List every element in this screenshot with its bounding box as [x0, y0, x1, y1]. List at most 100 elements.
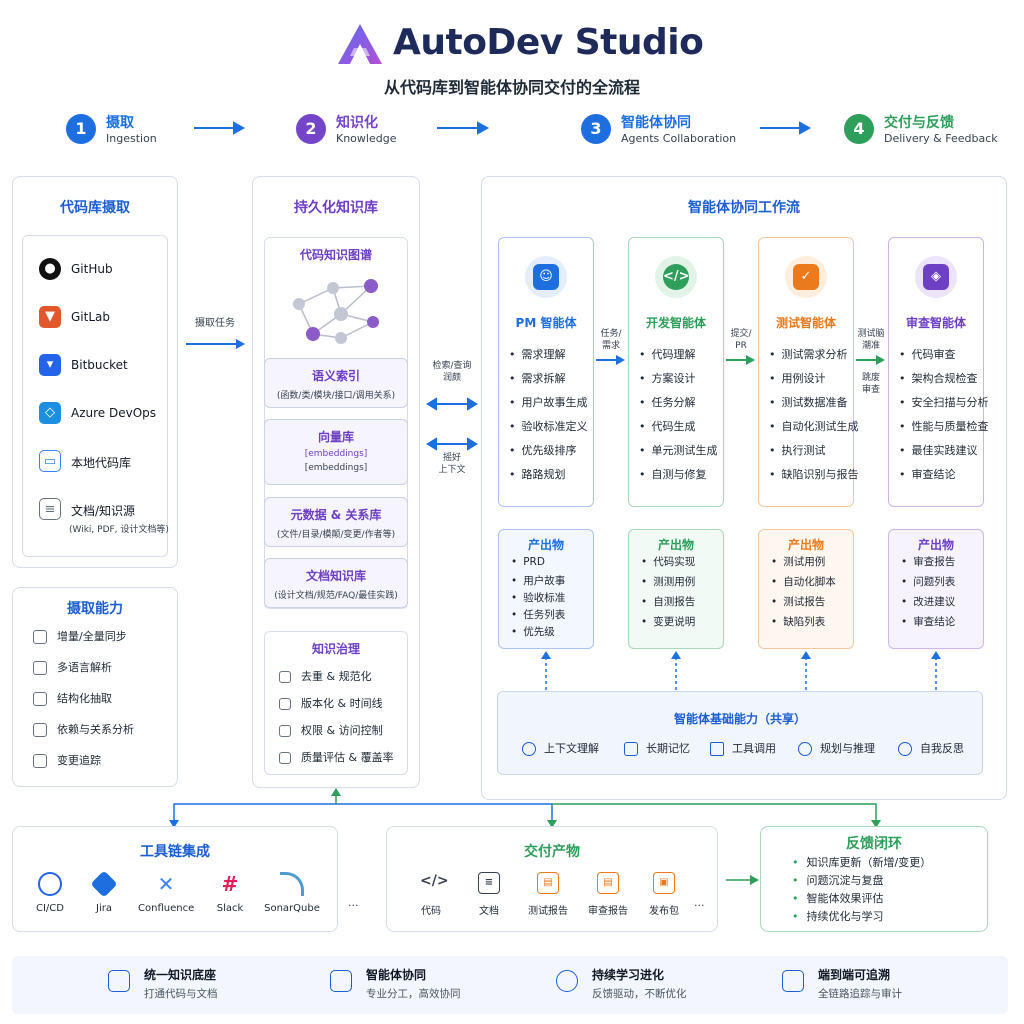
tool-slack[interactable]: # Slack [202, 872, 258, 914]
base-title: 智能体基础能力（共享） [673, 712, 806, 726]
slack-icon: # [221, 872, 239, 896]
autodev-logo [338, 24, 382, 64]
source-note: (Wiki, PDF, 设计文档等) [69, 525, 169, 535]
output-dev: 产出物 代码实现测测用例 自测报告变更说明 [628, 529, 724, 649]
kb-box-title: 文档知识库 [305, 569, 366, 583]
app-subtitle: 从代码库到智能体协同交付的全流程 [383, 78, 640, 97]
cap-item: 多语言解析 [33, 659, 112, 675]
cap-item: 依赖与关系分析 [33, 721, 134, 737]
feedback-title: 反馈闭环 [846, 836, 902, 852]
dedupe-icon [279, 671, 291, 683]
agent-badge: ◈ [915, 256, 957, 298]
kb-box-sub: (文件/目录/模颠/变更/作者等) [276, 530, 396, 540]
review-report-icon: ▤ [597, 872, 619, 894]
kb-link-arrows [426, 397, 478, 451]
agent-flow-arrows [596, 355, 885, 365]
test-icon: ✓ [793, 264, 819, 290]
robot-icon: ☺ [533, 264, 559, 290]
output-list: 代码实现测测用例 自测报告变更说明 [641, 554, 695, 634]
ingest-title: 代码库摄取 [60, 200, 130, 216]
base-item: 长期记忆 [624, 740, 690, 756]
kb-box-title: 向量库 [317, 430, 354, 444]
kb-box-sub: (设计文档/规范/FAQ/最佳实践) [274, 591, 398, 601]
output-list: PRD用户故事验收标准 任务列表优先级 [511, 556, 565, 641]
agent-pm[interactable]: ☺ PM 智能体 需求理解需求拆解 用户故事生成验收标准定义 优先级排序路路规划 [498, 237, 594, 507]
dependency-icon [33, 723, 47, 737]
tools-icon [710, 742, 724, 756]
kb-semantic-index: 语义索引 (函数/类/模块/接口/调用关系) [264, 358, 408, 408]
toolchain-title: 工具链集成 [140, 844, 210, 860]
learning-icon [556, 970, 578, 992]
deliverable-review-report[interactable]: ▤ 审查报告 [578, 872, 638, 917]
output-list: 测试用例自动化脚本 测试报告缺陷列表 [771, 554, 836, 634]
step-subtitle: Agents Collaboration [621, 132, 737, 145]
delivery-feedback-arrow [726, 875, 759, 885]
kb-metadata: 元数据 & 关系库 (文件/目录/模颠/变更/作者等) [264, 497, 408, 547]
graph-title: 代码知识图谱 [299, 248, 372, 262]
step-title: 智能体协同 [621, 115, 691, 131]
agent-name: PM 智能体 [515, 316, 577, 330]
output-test: 产出物 测试用例自动化脚本 测试报告缺陷列表 [758, 529, 854, 649]
base-item: 自我反思 [898, 740, 964, 756]
deliverable-doc[interactable]: ≡ 文档 [459, 872, 519, 917]
kb-box-sub: (函数/类/模块/接口/调用关系) [276, 391, 396, 401]
deliverable-code[interactable]: </> 代码 [401, 872, 461, 917]
step-number: 1 [66, 114, 96, 144]
kb-box-sub: [embeddings] [304, 463, 368, 473]
base-item: 工具调用 [710, 740, 776, 756]
ingest-arrow [186, 339, 245, 349]
track-icon [33, 754, 47, 768]
tool-jira[interactable]: Jira [76, 870, 132, 914]
delivery-more: ... [694, 896, 705, 909]
tool-cicd[interactable]: CI/CD [22, 872, 78, 914]
knowledge-base-panel: 持久化知识库 代码知识图谱 语义索引 (函数/类/模块/接口/调用关系) 向量库… [252, 176, 420, 788]
azure-devops-icon: ◇ [39, 402, 61, 424]
planning-icon [798, 742, 812, 756]
agent-name: 开发智能体 [645, 316, 706, 330]
test-report-icon: ▤ [537, 872, 559, 894]
gov-item: 权限 & 访问控制 [279, 722, 383, 738]
output-review: 产出物 审查报告问题列表 改进建议审查结论 [888, 529, 984, 649]
context-icon [522, 742, 536, 756]
agent-name: 测试智能体 [775, 316, 836, 330]
source-label: 本地代码库 [71, 456, 132, 470]
agent-test[interactable]: ✓ 测试智能体 测试需求分析用例设计 测试数据准备自动化测试生成 执行测试缺陷识… [758, 237, 859, 507]
reflection-icon [898, 742, 912, 756]
lock-icon [279, 725, 291, 737]
source-list: ● GitHub ▼ GitLab ▾ Bitbucket ◇ Azure De… [22, 235, 169, 557]
kb-docs: 文档知识库 (设计文档/规范/FAQ/最佳实践) [264, 558, 408, 608]
deliverable-test-report[interactable]: ▤ 测试报告 [518, 872, 578, 917]
tool-sonarqube[interactable]: SonarQube [264, 872, 320, 914]
agent-name: 审查智能体 [905, 316, 966, 330]
output-pm: 产出物 PRD用户故事验收标准 任务列表优先级 [498, 529, 594, 649]
code-icon: </> [420, 873, 449, 889]
output-list: 审查报告问题列表 改进建议审查结论 [901, 554, 955, 634]
cap-item: 增量/全量同步 [33, 628, 127, 644]
gov-title: 知识治理 [311, 642, 360, 656]
agent-tasks: 代码审查架构合规检查 安全扫描与分析性能与质量检查 最佳实践建议审查结论 [899, 346, 989, 490]
knowledge-base-icon [108, 970, 130, 992]
output-title: 产出物 [787, 538, 824, 552]
folder-icon: ▭ [39, 450, 61, 472]
kb-governance: 知识治理 去重 & 规范化 版本化 & 时间线 权限 & 访问控制 质量评估 &… [264, 631, 408, 775]
agent-badge: ✓ [785, 256, 827, 298]
agent-dev[interactable]: </> 开发智能体 代码理解方案设计 任务分解代码生成 单元测试生成自测与修复 [628, 237, 724, 507]
parse-icon [33, 661, 47, 675]
step-subtitle: Ingestion [106, 132, 157, 145]
jira-icon [90, 870, 118, 898]
tool-confluence[interactable]: ✕ Confluence [138, 872, 194, 914]
step-title: 知识化 [336, 115, 378, 131]
agent-badge: ☺ [525, 256, 567, 298]
source-label: GitLab [71, 310, 110, 324]
retrieve-label: 检索/查询 润颇 [432, 361, 472, 383]
agent-badge: </> [655, 256, 697, 298]
document-icon: ≡ [39, 498, 61, 520]
edge-label-review-back: 跳废 审查 [861, 373, 880, 395]
edge-label-pm-dev: 任务/需求 [600, 329, 622, 351]
base-item: 规划与推理 [798, 740, 875, 756]
base-up-arrows [541, 651, 941, 690]
deliverable-package[interactable]: ▣ 发布包 [634, 872, 694, 917]
kb-vector-store: 向量库 [embeddings] [embeddings] [264, 419, 408, 485]
agent-review[interactable]: ◈ 审查智能体 代码审查架构合规检查 安全扫描与分析性能与质量检查 最佳实践建议… [888, 237, 989, 507]
quality-icon [279, 752, 291, 764]
